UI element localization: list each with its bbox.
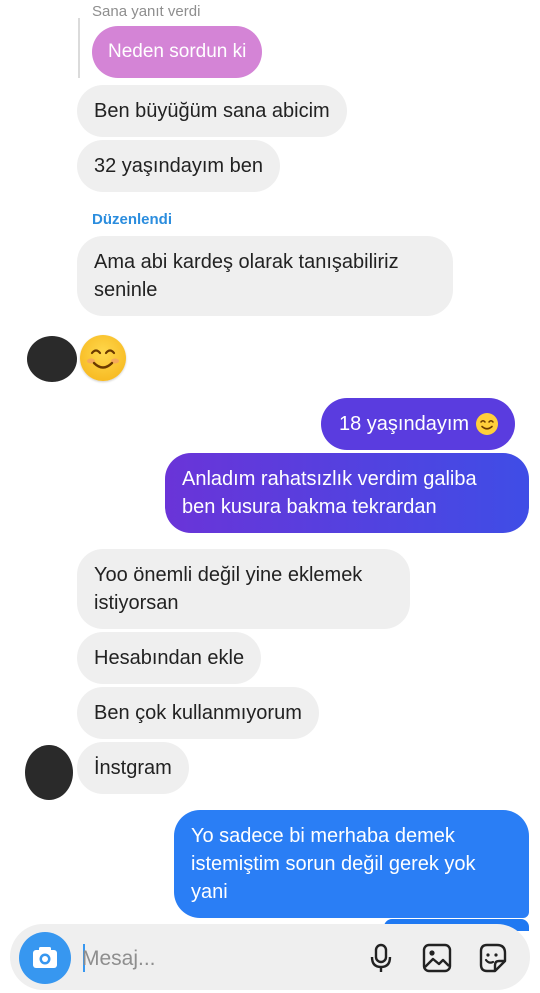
edited-label: Düzenlendi: [92, 211, 173, 228]
incoming-message[interactable]: Yoo önemli değil yine eklemek istiyorsan: [77, 549, 410, 629]
reply-label: Sana yanıt verdi: [92, 3, 201, 20]
incoming-message-edited[interactable]: Ama abi kardeş olarak tanışabiliriz seni…: [77, 236, 453, 316]
camera-button[interactable]: [19, 932, 71, 984]
message-text: 18 yaşındayım: [339, 413, 470, 435]
reply-bar: [78, 18, 80, 78]
sender-avatar[interactable]: [25, 745, 73, 800]
sticker-icon[interactable]: [475, 941, 509, 975]
outgoing-message[interactable]: 18 yaşındayım: [321, 398, 516, 450]
quoted-reply-bubble[interactable]: Neden sordun ki: [92, 26, 263, 78]
incoming-message[interactable]: Ben büyüğüm sana abicim: [77, 85, 347, 137]
incoming-message[interactable]: İnstgram: [77, 742, 189, 794]
incoming-message[interactable]: Hesabından ekle: [77, 632, 262, 684]
smiling-face-icon: [476, 413, 499, 435]
message-input[interactable]: [82, 944, 342, 974]
incoming-message[interactable]: Ben çok kullanmıyorum: [77, 687, 319, 739]
camera-icon: [33, 947, 57, 968]
sender-avatar[interactable]: [27, 336, 77, 382]
gallery-icon[interactable]: [420, 941, 454, 975]
microphone-icon[interactable]: [364, 941, 398, 975]
outgoing-message[interactable]: Anladım rahatsızlık verdim galiba ben ku…: [165, 453, 529, 533]
incoming-message[interactable]: 32 yaşındayım ben: [77, 140, 280, 192]
outgoing-message[interactable]: Yo sadece bi merhaba demek istemiştim so…: [174, 810, 529, 918]
smiling-face-icon[interactable]: [80, 335, 126, 381]
